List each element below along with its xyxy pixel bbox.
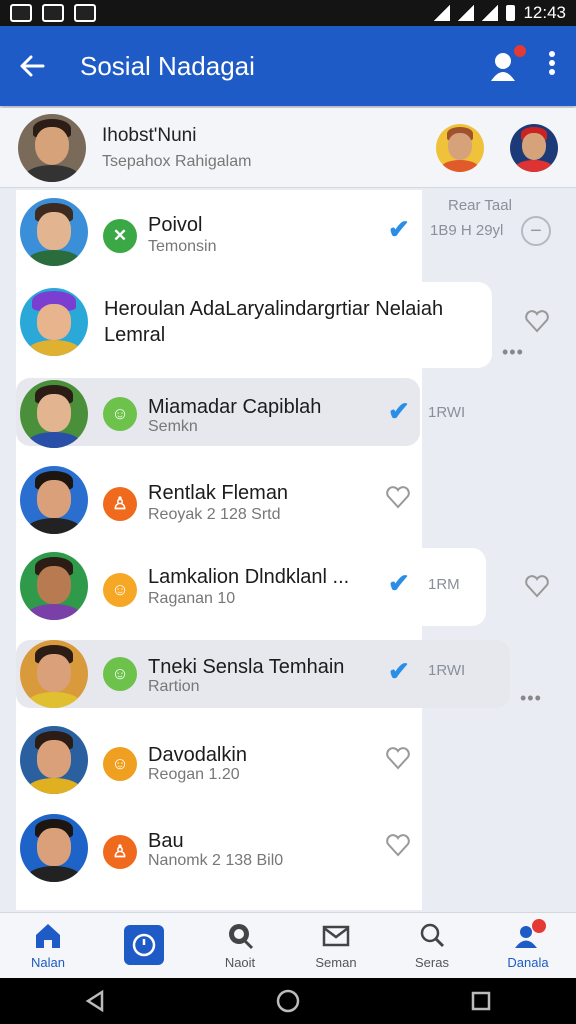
nav-mail[interactable]: Seman <box>288 913 384 978</box>
more-vert-icon <box>549 50 555 75</box>
chat-title: Heroulan AdaLaryalindargrtiar Nelaiah <box>104 298 444 320</box>
emoji-icon: ☺ <box>103 573 137 607</box>
mail-notif-icon <box>10 4 32 22</box>
chat-subtitle: Temonsin <box>148 238 217 255</box>
story-avatar[interactable] <box>510 123 558 172</box>
chat-subtitle: Semkn <box>148 418 198 435</box>
back-triangle-icon[interactable] <box>84 989 106 1013</box>
status-icon: ♙ <box>103 487 137 521</box>
app-bar: Sosial Nadagai <box>0 26 576 106</box>
emoji-icon: ☺ <box>103 657 137 691</box>
more-dots-icon[interactable]: ••• <box>502 342 524 363</box>
nav-home[interactable]: Nalan <box>0 913 96 978</box>
chat-title: Tneki Sensla Temhain <box>148 656 345 678</box>
avatar <box>20 814 88 882</box>
chat-title: Miamadar Capiblah <box>148 396 322 418</box>
profile-name: Ihobst'Nuni <box>102 124 197 146</box>
nav-profile[interactable]: Danala <box>480 913 576 978</box>
chat-subtitle: Rartion <box>148 678 200 695</box>
mail-icon <box>322 925 350 947</box>
check-icon: ✔ <box>388 214 410 244</box>
avatar <box>20 640 88 708</box>
avatar <box>20 380 88 448</box>
chat-time: 1RWI <box>428 404 466 421</box>
chat-title: Rentlak Fleman <box>148 482 289 504</box>
status-notification-icons <box>10 4 96 22</box>
search-bubble-icon <box>229 924 254 950</box>
nav-label: Seman <box>315 955 357 970</box>
chat-title: Davodalkin <box>148 744 247 766</box>
nav-label: Danala <box>507 955 549 970</box>
chat-time-label: Rear Taal <box>448 197 512 214</box>
avatar <box>20 466 88 534</box>
signal-icon <box>458 5 475 21</box>
system-navigation-bar <box>0 978 576 1024</box>
nav-label: Nalan <box>31 955 65 970</box>
nav-search[interactable]: Seras <box>384 913 480 978</box>
avatar <box>20 726 88 794</box>
nav-naoit[interactable]: Naoit <box>192 913 288 978</box>
chat-title: Bau <box>148 830 184 852</box>
remove-button[interactable]: − <box>521 216 551 246</box>
search-icon <box>420 923 445 948</box>
chat-subtitle: Lemral <box>104 324 166 346</box>
chat-time: 1RWI <box>428 662 466 679</box>
notification-dot <box>514 45 526 57</box>
add-friend-button[interactable] <box>488 45 526 83</box>
profile-header[interactable]: Ihobst'Nuni Tsepahox Rahigalam <box>0 108 576 188</box>
check-icon: ✔ <box>388 656 410 686</box>
chat-time: 1RM <box>428 576 460 593</box>
avatar <box>20 288 88 356</box>
nav-timer[interactable] <box>96 913 192 978</box>
heart-icon[interactable] <box>385 484 411 510</box>
page-title: Sosial Nadagai <box>80 50 255 81</box>
heart-icon[interactable] <box>524 573 550 599</box>
avatar <box>20 552 88 620</box>
chat-title: Lamkalion Dlndklanl ... <box>148 566 350 588</box>
recents-square-icon[interactable] <box>470 990 492 1012</box>
status-icon: ✕ <box>103 219 137 253</box>
profile-subtitle: Tsepahox Rahigalam <box>102 152 252 170</box>
status-time: 12:43 <box>523 3 566 22</box>
nav-label: Seras <box>415 955 449 970</box>
emoji-icon: ☺ <box>103 747 137 781</box>
check-icon: ✔ <box>388 396 410 426</box>
avatar <box>20 198 88 266</box>
chat-subtitle: Reoyak 2 128 Srtd <box>148 506 281 523</box>
heart-icon[interactable] <box>385 745 411 771</box>
more-options-button[interactable] <box>548 50 556 83</box>
chat-title: Poivol <box>148 214 203 236</box>
heart-icon[interactable] <box>385 832 411 858</box>
check-icon: ✔ <box>388 568 410 598</box>
status-bar: 12:43 <box>0 0 576 26</box>
bottom-navigation: Nalan Naoit Seman Seras Danala <box>0 912 576 978</box>
status-icon: ♙ <box>103 835 137 869</box>
signal-icon-2 <box>482 5 499 21</box>
back-arrow-icon <box>20 55 45 77</box>
emoji-icon: ☺ <box>103 397 137 431</box>
avatar <box>18 113 86 182</box>
battery-icon <box>506 5 516 21</box>
back-button[interactable] <box>0 26 64 106</box>
app-notif-icon <box>74 4 96 22</box>
story-avatar[interactable] <box>436 123 484 172</box>
chat-subtitle: Reogan 1.20 <box>148 766 240 783</box>
home-circle-icon[interactable] <box>275 988 301 1014</box>
more-dots-icon[interactable]: ••• <box>520 688 542 709</box>
chat-subtitle: Raganan 10 <box>148 590 236 607</box>
heart-icon[interactable] <box>524 308 550 334</box>
chat-subtitle: Nanomk 2 138 Bil0 <box>148 852 284 869</box>
wifi-icon <box>434 5 451 21</box>
image-notif-icon <box>42 4 64 22</box>
notification-badge <box>532 919 546 933</box>
nav-label: Naoit <box>224 955 256 970</box>
home-icon <box>36 924 60 948</box>
timer-icon <box>132 933 156 956</box>
chat-time: 1B9 H 29yl <box>430 222 504 239</box>
